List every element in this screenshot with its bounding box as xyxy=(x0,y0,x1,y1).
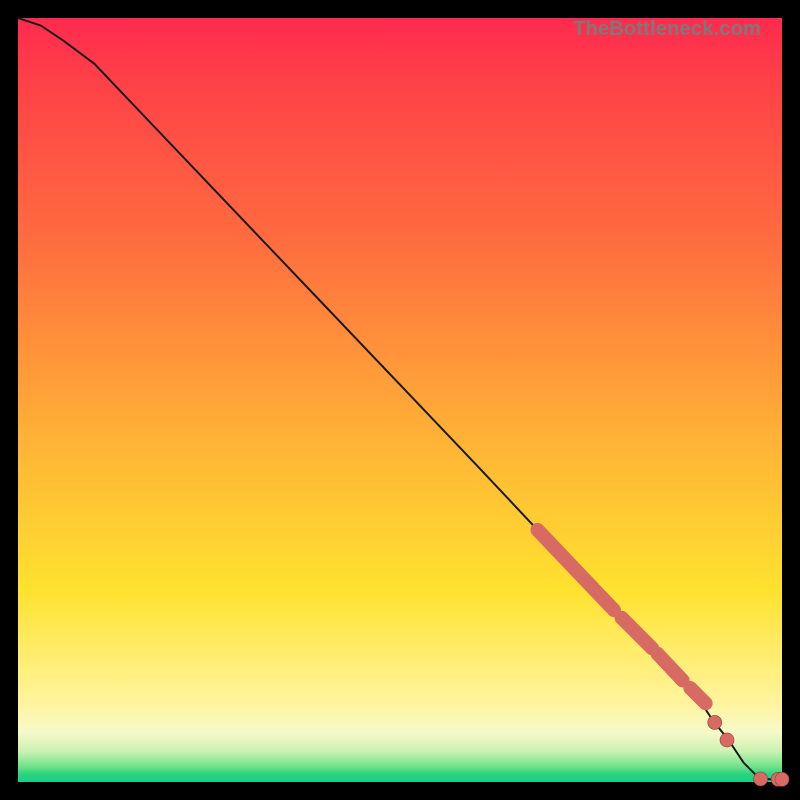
marker-stroke xyxy=(538,530,614,610)
plot-area: TheBottleneck.com xyxy=(18,18,782,782)
chart-svg xyxy=(18,18,782,782)
marker-dot xyxy=(775,772,789,786)
marker-layer xyxy=(538,530,789,786)
marker-dot xyxy=(754,772,768,786)
marker-stroke xyxy=(657,654,682,681)
marker-dot xyxy=(708,715,722,729)
marker-stroke xyxy=(622,618,653,649)
marker-stroke xyxy=(690,688,705,703)
marker-dot xyxy=(720,733,734,747)
stage: { "attribution": "TheBottleneck.com", "c… xyxy=(0,0,800,800)
